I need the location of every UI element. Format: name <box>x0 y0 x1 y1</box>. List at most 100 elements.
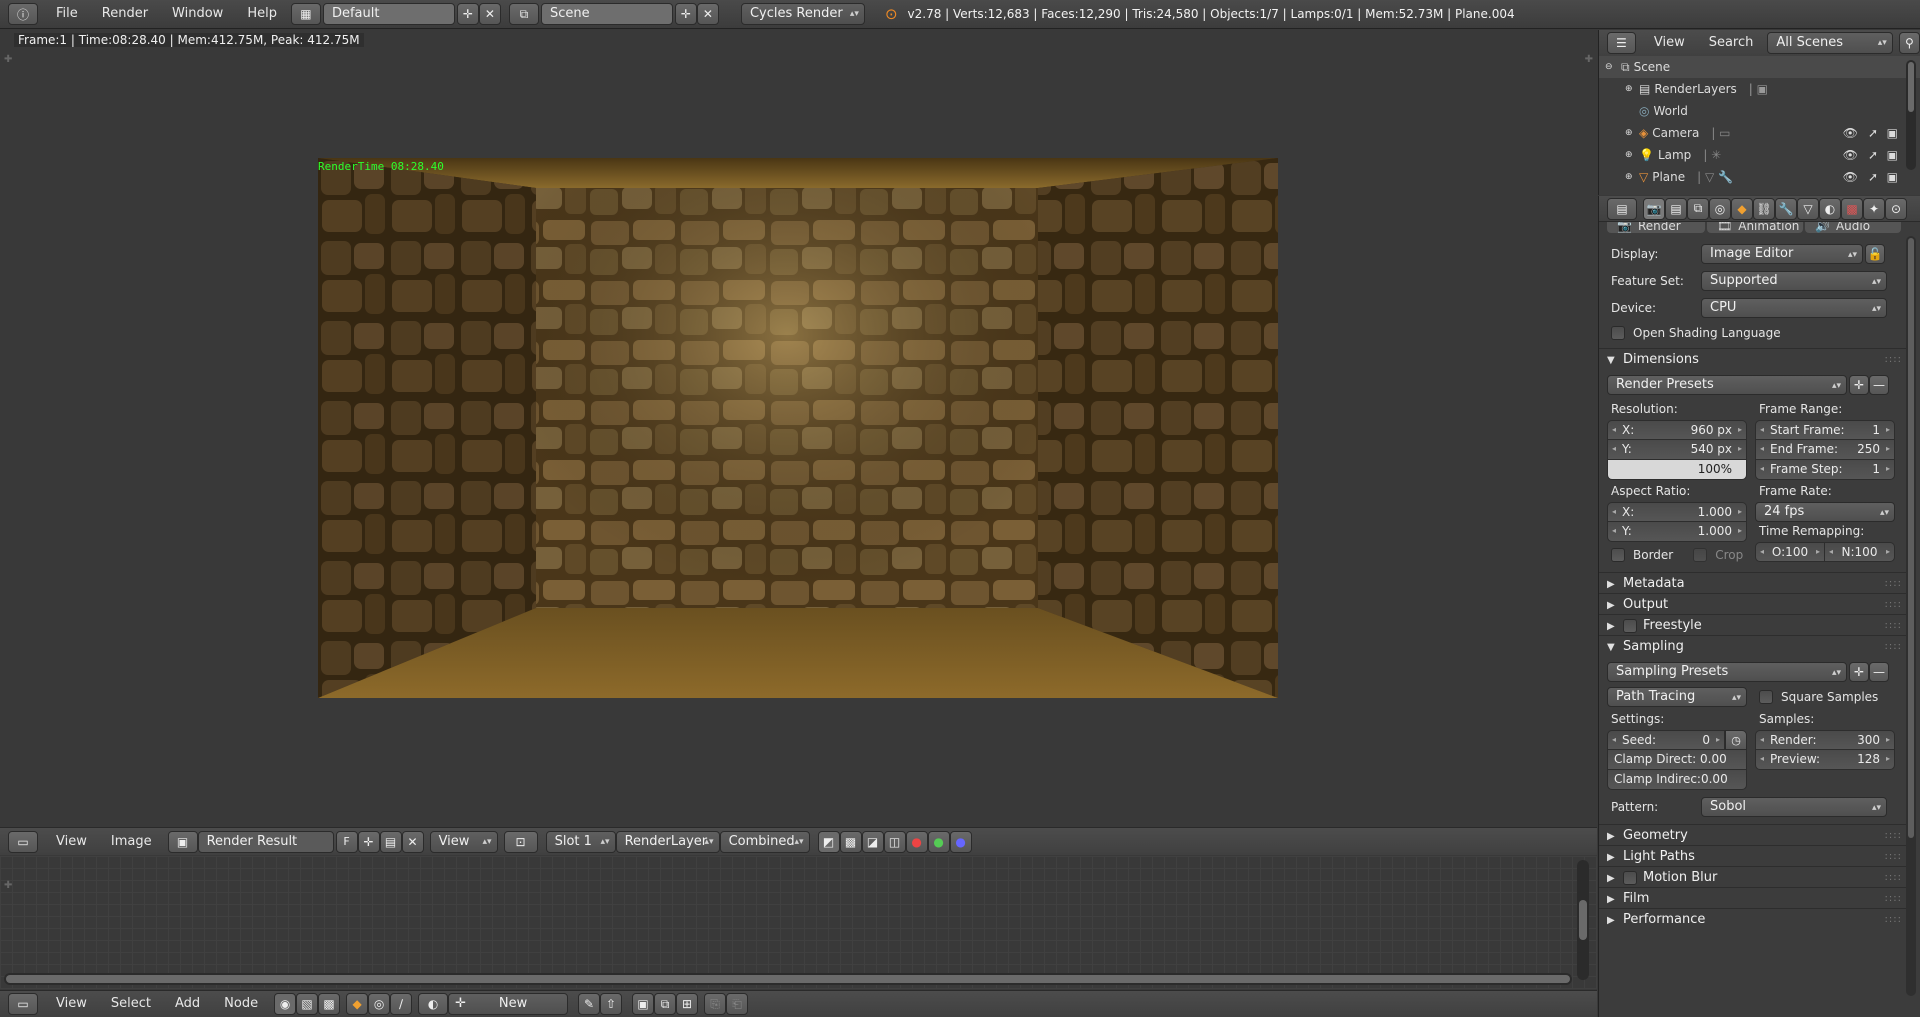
node-horizontal-scrollbar[interactable] <box>4 973 1572 985</box>
visibility-eye-icon[interactable]: 👁 <box>1843 126 1858 140</box>
outliner-row-plane[interactable]: ⊕ ▽ Plane | ▽ 🔧 👁 ➚ ▣ <box>1599 166 1920 188</box>
frame-step-field[interactable]: ◂ Frame Step: 1 ▸ <box>1755 460 1895 480</box>
data-context-icon[interactable]: ▽ <box>1797 197 1819 220</box>
node-vertical-scrollbar[interactable] <box>1577 860 1589 980</box>
menu-help[interactable]: Help <box>235 3 289 25</box>
view-mode-dropdown[interactable]: View ▴▾ <box>429 830 498 853</box>
remap-new-field[interactable]: ◂ N:100 ▸ <box>1825 542 1895 562</box>
new-material-button[interactable]: ✛ New <box>448 993 569 1015</box>
crop-checkbox[interactable] <box>1693 548 1708 562</box>
display-alpha-icon[interactable]: ▩ <box>839 830 862 853</box>
info-editor-type-icon[interactable]: ⓘ <box>8 3 38 25</box>
constraints-context-icon[interactable]: ⛓ <box>1753 197 1775 220</box>
copy-nodes-icon[interactable]: ⎘ <box>704 993 727 1015</box>
node-menu-node[interactable]: Node <box>212 993 270 1015</box>
unlink-image-icon[interactable]: ✕ <box>401 830 424 853</box>
select-arrow-icon[interactable]: ➚ <box>1868 148 1878 162</box>
outliner-row-renderlayers[interactable]: ⊕ ▤ RenderLayers | ▣ <box>1599 78 1920 100</box>
panel-grip-icon[interactable]: :::: <box>1885 573 1902 594</box>
visibility-eye-icon[interactable]: 👁 <box>1843 148 1858 162</box>
resolution-percentage-slider[interactable]: 100% <box>1607 460 1747 480</box>
render-result-image[interactable]: RenderTime 08:28.40 <box>318 158 1278 698</box>
scene-dropdown[interactable]: Scene <box>540 3 673 25</box>
panel-grip-icon[interactable]: :::: <box>1885 888 1902 909</box>
area-split-handle-tr[interactable]: ✚ <box>1585 54 1593 65</box>
expand-icon[interactable]: ⊕ <box>1625 172 1639 182</box>
new-image-icon[interactable]: ✛ <box>357 830 380 853</box>
outliner-menu-view[interactable]: View <box>1642 32 1697 54</box>
render-presets-dropdown[interactable]: Render Presets ▴▾ <box>1607 375 1847 395</box>
pin-icon[interactable]: ✎ <box>578 993 601 1015</box>
expand-icon[interactable]: ⊕ <box>1625 128 1639 138</box>
audio-tab[interactable]: 🔊 Audio <box>1805 222 1901 233</box>
remove-preset-icon[interactable]: — <box>1869 662 1889 682</box>
display-zbuffer-icon[interactable]: ◪ <box>861 830 884 853</box>
editor-type-icon[interactable]: ▭ <box>8 830 38 853</box>
world-context-icon[interactable]: ◎ <box>1709 197 1731 220</box>
render-engine-dropdown[interactable]: Cycles Render ▴▾ <box>740 3 865 25</box>
resolution-x-field[interactable]: ◂ X: 960 px ▸ <box>1607 420 1747 440</box>
paste-nodes-icon[interactable]: ⎗ <box>726 993 749 1015</box>
image-menu-view[interactable]: View <box>44 831 99 853</box>
menu-window[interactable]: Window <box>160 3 235 25</box>
motion-blur-checkbox[interactable] <box>1623 870 1637 885</box>
outliner-display-mode-dropdown[interactable]: All Scenes ▴▾ <box>1767 32 1893 54</box>
render-samples-field[interactable]: ◂ Render: 300 ▸ <box>1755 730 1895 750</box>
frame-rate-dropdown[interactable]: 24 fps ▴▾ <box>1755 502 1895 522</box>
particles-context-icon[interactable]: ✦ <box>1863 197 1885 220</box>
lock-interface-icon[interactable]: 🔓 <box>1865 244 1885 264</box>
visibility-eye-icon[interactable]: 👁 <box>1843 170 1858 184</box>
end-frame-field[interactable]: ◂ End Frame: 250 ▸ <box>1755 440 1895 460</box>
add-screen-icon[interactable]: ✛ <box>456 3 479 25</box>
green-channel-icon[interactable]: ● <box>927 830 950 853</box>
render-pass-dropdown[interactable]: Combined ▴▾ <box>719 830 810 853</box>
performance-panel-header[interactable]: ▶ Performance:::: <box>1599 909 1910 930</box>
integrator-dropdown[interactable]: Path Tracing ▴▾ <box>1607 687 1747 707</box>
node-menu-add[interactable]: Add <box>163 993 212 1015</box>
light-paths-panel-header[interactable]: ▶ Light Paths:::: <box>1599 846 1910 867</box>
menu-file[interactable]: File <box>44 3 90 25</box>
scene-selector-icon[interactable]: ⧉ <box>508 3 539 25</box>
render-tab[interactable]: 📷 Render <box>1607 222 1705 233</box>
display-channels-icon[interactable]: ◫ <box>883 830 906 853</box>
metadata-panel-header[interactable]: ▶ Metadata:::: <box>1599 573 1910 594</box>
animated-seed-clock-icon[interactable]: ◷ <box>1725 730 1747 750</box>
expand-icon[interactable]: ⊕ <box>1625 150 1639 160</box>
animation-tab[interactable]: 🎞 Animation <box>1707 222 1803 233</box>
object-context-icon[interactable]: ◆ <box>1731 197 1753 220</box>
node-menu-select[interactable]: Select <box>99 993 163 1015</box>
square-samples-checkbox[interactable] <box>1759 690 1773 704</box>
texture-context-icon[interactable]: ▩ <box>1841 197 1863 220</box>
menu-render[interactable]: Render <box>90 3 160 25</box>
properties-scrollbar[interactable] <box>1906 236 1916 996</box>
start-frame-field[interactable]: ◂ Start Frame: 1 ▸ <box>1755 420 1895 440</box>
object-shader-icon[interactable]: ◆ <box>346 993 369 1015</box>
panel-grip-icon[interactable]: :::: <box>1885 349 1902 370</box>
sampling-presets-dropdown[interactable]: Sampling Presets ▴▾ <box>1607 662 1847 682</box>
node-editor-area[interactable]: ✚ <box>0 856 1597 989</box>
render-context-icon[interactable]: 📷 <box>1643 197 1665 220</box>
preview-samples-field[interactable]: ◂ Preview: 128 ▸ <box>1755 750 1895 770</box>
panel-grip-icon[interactable]: :::: <box>1885 636 1902 657</box>
aspect-y-field[interactable]: ◂ Y: 1.000 ▸ <box>1607 522 1747 542</box>
motion-blur-panel-header[interactable]: ▶ Motion Blur:::: <box>1599 867 1910 888</box>
panel-grip-icon[interactable]: :::: <box>1885 846 1902 867</box>
sampling-panel-header[interactable]: ▼ Sampling:::: <box>1599 636 1910 657</box>
render-camera-icon[interactable]: ▣ <box>1887 148 1898 162</box>
modifiers-context-icon[interactable]: 🔧 <box>1775 197 1797 220</box>
browse-image-icon[interactable]: ▣ <box>167 830 198 853</box>
output-panel-header[interactable]: ▶ Output:::: <box>1599 594 1910 615</box>
clamp-indirect-field[interactable]: Clamp Indirec:0.00 <box>1607 770 1747 790</box>
feature-set-dropdown[interactable]: Supported ▴▾ <box>1701 271 1887 291</box>
panel-grip-icon[interactable]: :::: <box>1885 825 1902 846</box>
texture-nodes-icon[interactable]: ▩ <box>318 993 341 1015</box>
linestyle-shader-icon[interactable]: ∕ <box>390 993 413 1015</box>
seed-field[interactable]: ◂ Seed: 0 ▸ <box>1607 730 1725 750</box>
auto-offset-icon[interactable]: ⧉ <box>654 993 677 1015</box>
node-menu-view[interactable]: View <box>44 993 99 1015</box>
panel-grip-icon[interactable]: :::: <box>1885 909 1902 930</box>
add-scene-icon[interactable]: ✛ <box>674 3 697 25</box>
pivot-icon[interactable]: ⊡ <box>503 830 538 853</box>
fake-user-button[interactable]: F <box>335 830 358 853</box>
add-preset-icon[interactable]: ✛ <box>1849 375 1869 395</box>
